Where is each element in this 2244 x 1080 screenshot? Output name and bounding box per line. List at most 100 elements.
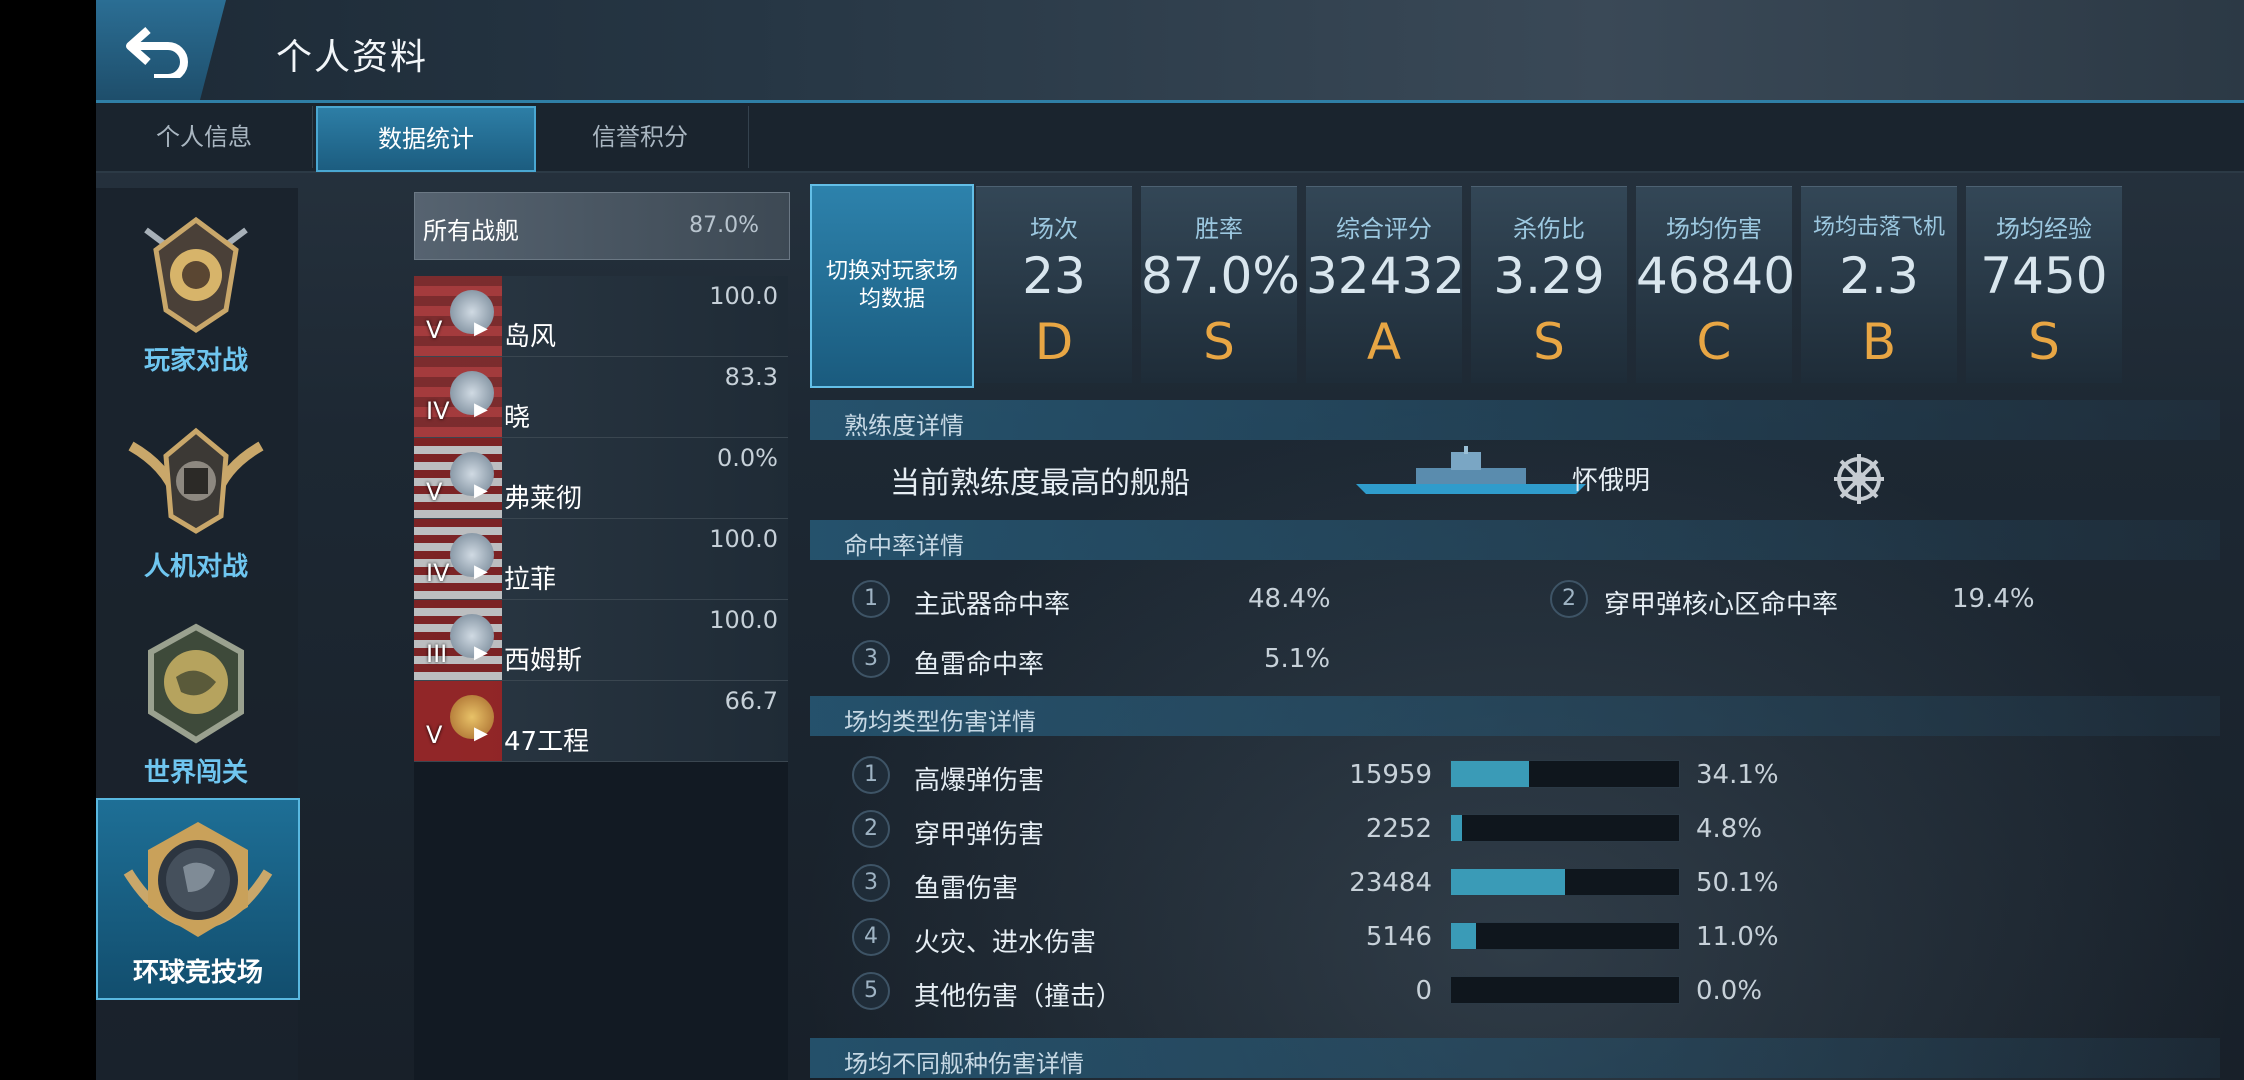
damage-bar-fill <box>1451 815 1462 841</box>
play-icon: ▶ <box>474 561 488 582</box>
ship-name: 晓 <box>504 403 531 433</box>
ship-name: 西姆斯 <box>504 646 583 676</box>
all-ships-filter[interactable]: 所有战舰 87.0% <box>414 192 790 260</box>
section-title: 熟练度详情 <box>844 412 964 440</box>
stat-grade: S <box>2028 313 2060 371</box>
ship-row[interactable]: V ▶ 岛风 100.0 <box>414 276 788 357</box>
stat-value: 46840 <box>1636 247 1796 305</box>
stat-label: 杀伤比 <box>1513 215 1585 243</box>
damage-section-header: 场均类型伤害详情 <box>810 696 2220 736</box>
play-icon: ▶ <box>474 399 488 420</box>
ship-tier: IV <box>426 559 450 587</box>
damage-label: 鱼雷伤害 <box>914 874 1019 904</box>
mode-global-arena[interactable]: 环球竞技场 <box>96 798 300 1000</box>
tab-bar: 个人信息 数据统计 信誉积分 <box>96 103 2244 173</box>
ship-value: 100.0 <box>709 606 778 634</box>
ship-value: 100.0 <box>709 525 778 553</box>
index-badge: 3 <box>852 864 890 902</box>
stat-label: 综合评分 <box>1336 215 1432 243</box>
stat-grade: D <box>1034 313 1074 371</box>
ship-value: 83.3 <box>724 363 778 391</box>
tab-personal-info[interactable]: 个人信息 <box>96 106 313 168</box>
mode-world-label: 世界闯关 <box>143 758 248 788</box>
switch-player-average-button[interactable]: 切换对玩家场均数据 <box>810 184 974 388</box>
hitrate-value: 5.1% <box>1264 644 1331 674</box>
tab-data-stats[interactable]: 数据统计 <box>316 106 536 172</box>
all-ships-label: 所有战舰 <box>423 217 519 245</box>
index-badge: 1 <box>852 756 890 794</box>
stat-kd-ratio: 杀伤比 3.29 S <box>1471 186 1627 383</box>
stat-label: 场次 <box>1030 215 1078 243</box>
section-title: 命中率详情 <box>844 532 964 560</box>
damage-value: 15959 <box>1349 760 1432 790</box>
tab-reputation[interactable]: 信誉积分 <box>532 106 749 168</box>
arena-emblem-icon <box>123 822 273 937</box>
damage-value: 23484 <box>1349 868 1432 898</box>
mode-pve[interactable]: 人机对战 <box>96 394 296 592</box>
damage-bar <box>1450 976 1680 1004</box>
battleship-silhouette-icon <box>1356 446 1586 494</box>
mode-pvp-label: 玩家对战 <box>143 346 248 376</box>
proficiency-label: 当前熟练度最高的舰船 <box>890 466 1190 501</box>
index-badge: 2 <box>1550 580 1588 618</box>
ship-row[interactable]: V ▶ 47工程 66.7 <box>414 681 788 762</box>
stat-value: 23 <box>1022 247 1086 305</box>
ship-row[interactable]: III ▶ 西姆斯 100.0 <box>414 600 788 681</box>
index-badge: 3 <box>852 640 890 678</box>
ship-row[interactable]: IV ▶ 晓 83.3 <box>414 357 788 438</box>
section-title: 场均不同舰种伤害详情 <box>844 1050 1084 1078</box>
damage-percent: 11.0% <box>1696 922 1779 952</box>
stat-winrate: 胜率 87.0% S <box>1141 186 1300 383</box>
ship-value: 0.0% <box>717 444 778 472</box>
section-title: 场均类型伤害详情 <box>844 708 1036 736</box>
mode-pvp[interactable]: 玩家对战 <box>96 188 296 386</box>
hitrate-value: 19.4% <box>1952 584 2035 614</box>
pvp-emblem-icon <box>144 216 248 334</box>
damage-percent: 34.1% <box>1696 760 1779 790</box>
ship-name: 拉菲 <box>504 565 557 595</box>
ship-tier: V <box>426 316 443 344</box>
back-button[interactable] <box>96 0 226 100</box>
mode-sidebar: 玩家对战 人机对战 世界闯关 环球竞技场 <box>96 188 300 1080</box>
hitrate-label: 鱼雷命中率 <box>914 650 1045 680</box>
mode-world-challenge[interactable]: 世界闯关 <box>96 600 296 798</box>
ship-name: 岛风 <box>504 322 557 352</box>
stat-avg-damage: 场均伤害 46840 C <box>1636 186 1796 383</box>
stat-value: 32432 <box>1306 247 1466 305</box>
stat-value: 3.29 <box>1493 247 1605 305</box>
switch-button-label: 切换对玩家场均数据 <box>825 259 958 312</box>
ship-value: 100.0 <box>709 282 778 310</box>
play-icon: ▶ <box>474 318 488 339</box>
play-icon: ▶ <box>474 723 488 744</box>
ship-tier: V <box>426 721 443 749</box>
stat-overall-score: 综合评分 32432 A <box>1306 186 1466 383</box>
profile-screen: 个人资料 个人信息 数据统计 信誉积分 玩家对战 人机对战 世界闯关 环球竞技场… <box>96 0 2244 1080</box>
stat-avg-planes: 场均击落飞机 2.3 B <box>1801 186 1957 383</box>
stat-label: 场均击落飞机 <box>1812 215 1945 240</box>
ship-row[interactable]: V ▶ 弗莱彻 0.0% <box>414 438 788 519</box>
ship-name: 47工程 <box>504 727 590 757</box>
damage-label: 火灾、进水伤害 <box>914 928 1097 958</box>
damage-percent: 4.8% <box>1696 814 1763 844</box>
damage-bar <box>1450 814 1680 842</box>
damage-label: 穿甲弹伤害 <box>914 820 1045 850</box>
stat-value: 7450 <box>1980 247 2108 305</box>
damage-bar <box>1450 922 1680 950</box>
ship-tier: III <box>426 640 448 668</box>
ship-tier: V <box>426 478 443 506</box>
damage-value: 0 <box>1415 976 1432 1006</box>
index-badge: 4 <box>852 918 890 956</box>
hitrate-value: 48.4% <box>1248 584 1331 614</box>
damage-label: 高爆弹伤害 <box>914 766 1045 796</box>
hitrate-section-header: 命中率详情 <box>810 520 2220 560</box>
top-ship-name: 怀俄明 <box>1572 466 1651 496</box>
world-emblem-icon <box>148 623 244 744</box>
stat-avg-exp: 场均经验 7450 S <box>1966 186 2122 383</box>
shiptype-section-header: 场均不同舰种伤害详情 <box>810 1038 2220 1078</box>
back-arrow-icon <box>126 27 188 78</box>
stat-value: 87.0% <box>1141 247 1300 305</box>
ship-row[interactable]: IV ▶ 拉菲 100.0 <box>414 519 788 600</box>
all-ships-value: 87.0% <box>689 213 759 238</box>
page-title: 个人资料 <box>276 37 429 78</box>
ship-name: 弗莱彻 <box>504 484 583 514</box>
